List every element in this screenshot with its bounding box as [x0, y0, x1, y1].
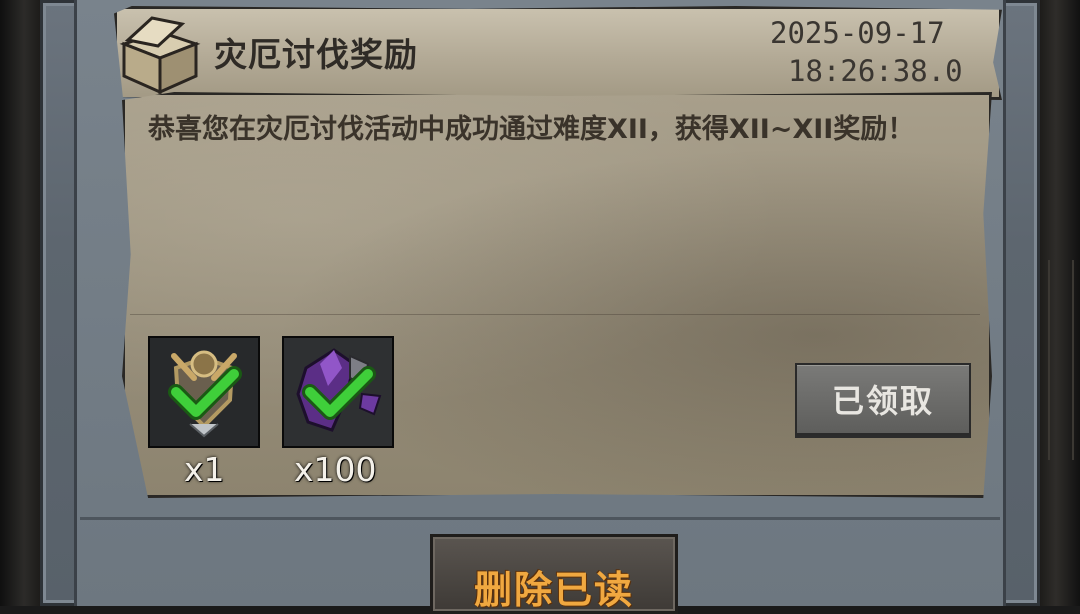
background-right — [1040, 0, 1080, 606]
parchment-rule — [130, 314, 980, 315]
mail-time: 18:26:38.0 — [788, 54, 963, 88]
claimed-button[interactable]: 已领取 — [795, 363, 971, 435]
background-left — [0, 0, 40, 606]
reward-quantity: x100 — [294, 450, 377, 489]
panel-divider — [80, 517, 1000, 520]
reward-item-crystal[interactable] — [282, 336, 394, 448]
chest-icon — [119, 16, 201, 94]
delete-read-button[interactable]: 删除已读 — [430, 534, 678, 614]
reward-item-emblem[interactable] — [148, 336, 260, 448]
mail-title: 灾厄讨伐奖励 — [214, 35, 418, 74]
mail-message: 恭喜您在灾厄讨伐活动中成功通过难度XII，获得XII~XII奖励！ — [148, 114, 915, 145]
reward-quantity: x1 — [184, 450, 225, 489]
emblem-badge-icon — [150, 338, 258, 446]
purple-crystal-icon — [284, 338, 392, 446]
mail-date: 2025-09-17 — [770, 16, 945, 50]
